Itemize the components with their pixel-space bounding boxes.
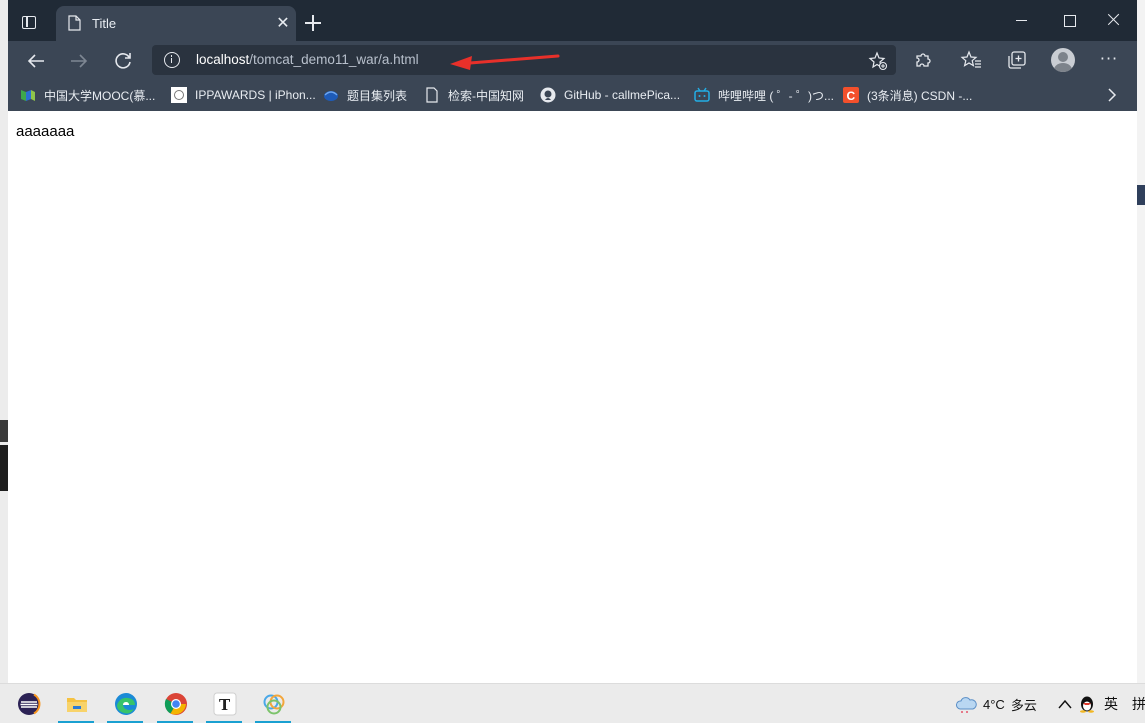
qq-tray-icon[interactable] bbox=[1079, 684, 1099, 723]
github-icon bbox=[540, 87, 556, 103]
page-icon bbox=[426, 87, 438, 103]
background-window-right-edge bbox=[1137, 0, 1145, 683]
qq-penguin-icon bbox=[1080, 696, 1094, 713]
bookmark-label: GitHub - callmePica... bbox=[564, 88, 681, 102]
tab-title: Title bbox=[92, 16, 117, 31]
reload-icon[interactable] bbox=[111, 49, 135, 73]
taskbar-app-typora[interactable]: T bbox=[204, 684, 244, 723]
csdn-icon: C bbox=[843, 87, 859, 103]
bookmark-label: 哔哩哔哩 ( ゜- ゜)つ... bbox=[718, 88, 834, 103]
background-window-strip bbox=[0, 420, 8, 442]
edge-icon bbox=[115, 693, 137, 715]
chrome-icon bbox=[164, 693, 187, 715]
cloud-icon bbox=[956, 697, 977, 713]
background-window-left-edge bbox=[0, 0, 8, 683]
taskbar-app-edge[interactable] bbox=[105, 684, 145, 723]
page-content: aaaaaaa bbox=[8, 111, 1137, 683]
show-hidden-icons-icon[interactable] bbox=[1058, 684, 1074, 723]
url-text[interactable]: localhost/tomcat_demo11_war/a.html bbox=[196, 52, 419, 67]
ime-mode-indicator[interactable]: 拼 bbox=[1132, 684, 1145, 723]
pta-icon bbox=[324, 91, 338, 101]
folder-icon bbox=[67, 698, 87, 712]
bookmark-item[interactable]: 题目集列表 bbox=[323, 84, 407, 106]
bilibili-icon bbox=[694, 87, 710, 102]
mooc-icon bbox=[21, 90, 35, 101]
tab-close-icon[interactable]: ✕ bbox=[274, 14, 292, 32]
back-arrow-icon[interactable] bbox=[24, 49, 48, 73]
weather-temperature: 4°C bbox=[983, 696, 1005, 712]
site-info-icon[interactable] bbox=[164, 52, 180, 68]
navicat-icon bbox=[263, 694, 285, 715]
bookmark-item[interactable]: 哔哩哔哩 ( ゜- ゜)つ... bbox=[694, 84, 834, 106]
favorites-bar: 中国大学MOOC(慕... IPPAWARDS | iPhon... 题目集列表… bbox=[8, 79, 1137, 111]
new-tab-icon[interactable] bbox=[303, 13, 323, 33]
typora-icon: T bbox=[213, 692, 237, 716]
tab-active[interactable]: Title ✕ bbox=[56, 6, 296, 41]
taskbar-app-navicat[interactable] bbox=[253, 684, 293, 723]
weather-condition: 多云 bbox=[1010, 697, 1037, 713]
window-close-icon[interactable] bbox=[1099, 8, 1129, 32]
background-window-strip bbox=[1137, 185, 1145, 205]
eclipse-icon bbox=[18, 693, 41, 715]
ipp-icon bbox=[171, 87, 187, 103]
taskbar-app-chrome[interactable] bbox=[155, 684, 195, 723]
background-window-strip bbox=[0, 445, 8, 491]
minimize-icon[interactable] bbox=[1007, 8, 1037, 32]
desktop: Title ✕ localhost/tomcat_demo11_war/a.ht… bbox=[0, 0, 1145, 723]
forward-arrow-icon[interactable] bbox=[67, 49, 91, 73]
svg-text:T: T bbox=[219, 696, 231, 714]
url-host: localhost bbox=[196, 52, 250, 67]
collections-icon[interactable] bbox=[1006, 49, 1028, 71]
svg-text:C: C bbox=[847, 89, 856, 103]
maximize-icon[interactable] bbox=[1054, 8, 1084, 32]
bookmark-label: 中国大学MOOC(慕... bbox=[44, 88, 156, 103]
taskbar: T 4°C 多云 英 拼 bbox=[0, 683, 1145, 723]
bookmark-item[interactable]: GitHub - callmePica... bbox=[540, 84, 680, 106]
bookmark-label: IPPAWARDS | iPhon... bbox=[195, 88, 316, 102]
extensions-icon[interactable] bbox=[912, 49, 934, 71]
more-options-icon[interactable]: ··· bbox=[1098, 49, 1120, 71]
navigation-toolbar: localhost/tomcat_demo11_war/a.html ··· bbox=[8, 41, 1137, 79]
page-body-text: aaaaaaa bbox=[16, 123, 75, 140]
bookmark-item[interactable]: C (3条消息) CSDN -... bbox=[843, 84, 972, 106]
url-path: /tomcat_demo11_war/a.html bbox=[249, 52, 419, 67]
taskbar-app-eclipse[interactable] bbox=[8, 684, 48, 723]
add-favorite-icon[interactable] bbox=[868, 51, 888, 71]
tab-strip: Title ✕ bbox=[8, 0, 1137, 41]
bookmark-label: 检索-中国知网 bbox=[448, 88, 524, 103]
bookmark-item[interactable]: 检索-中国知网 bbox=[424, 84, 524, 106]
annotation-arrow-icon bbox=[450, 54, 560, 70]
tab-actions-icon[interactable] bbox=[18, 12, 38, 32]
bookmark-item[interactable]: 中国大学MOOC(慕... bbox=[20, 84, 155, 106]
chevron-up-icon bbox=[1058, 699, 1072, 709]
input-language-indicator[interactable]: 英 bbox=[1104, 684, 1118, 723]
browser-window: Title ✕ localhost/tomcat_demo11_war/a.ht… bbox=[8, 0, 1137, 683]
profile-avatar-icon[interactable] bbox=[1051, 48, 1075, 72]
bookmark-label: (3条消息) CSDN -... bbox=[867, 88, 973, 103]
taskbar-app-file-explorer[interactable] bbox=[56, 684, 96, 723]
page-icon bbox=[68, 15, 81, 31]
chevron-right-icon[interactable] bbox=[1101, 84, 1123, 106]
favorites-icon[interactable] bbox=[960, 49, 982, 71]
weather-widget[interactable]: 4°C 多云 bbox=[955, 684, 1037, 723]
bookmark-item[interactable]: IPPAWARDS | iPhon... bbox=[171, 84, 316, 106]
bookmark-label: 题目集列表 bbox=[347, 88, 408, 103]
